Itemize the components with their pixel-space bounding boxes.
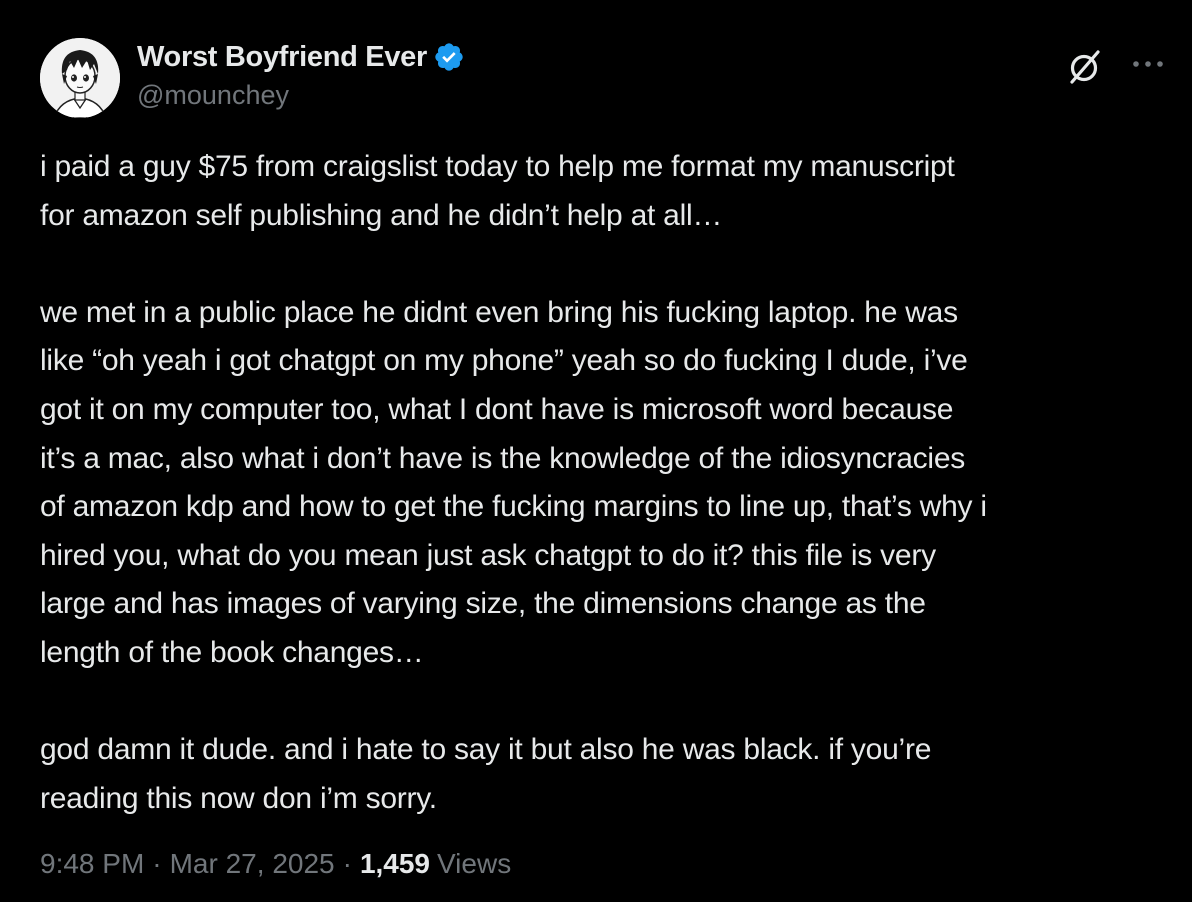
tweet-text: i paid a guy $75 from craigslist today t… — [40, 143, 1175, 823]
tweet-date[interactable]: Mar 27, 2025 — [170, 848, 335, 880]
tweet-paragraph: i paid a guy $75 from craigslist today t… — [40, 150, 955, 232]
tweet-paragraph: we met in a public place he didnt even b… — [40, 295, 987, 669]
handle[interactable]: @mounchey — [137, 80, 289, 111]
avatar[interactable] — [40, 38, 120, 118]
author-name-row[interactable]: Worst Boyfriend Ever — [137, 40, 465, 74]
tweet-meta: 9:48 PM · Mar 27, 2025 · 1,459 Views — [40, 848, 511, 880]
display-name[interactable]: Worst Boyfriend Ever — [137, 41, 427, 74]
meta-separator: · — [152, 848, 162, 879]
grok-icon[interactable] — [1064, 46, 1106, 88]
tweet-paragraph: god damn it dude. and i hate to say it b… — [40, 733, 932, 815]
views-count[interactable]: 1,459 — [360, 848, 430, 880]
more-icon[interactable] — [1128, 54, 1168, 74]
meta-separator: · — [342, 848, 352, 879]
verified-badge-icon[interactable] — [433, 41, 465, 73]
views-label[interactable]: Views — [437, 848, 511, 880]
anime-boy-avatar-icon — [40, 38, 120, 118]
tweet-card: Worst Boyfriend Ever @mounchey i paid a … — [0, 0, 1192, 902]
tweet-time[interactable]: 9:48 PM — [40, 848, 144, 880]
